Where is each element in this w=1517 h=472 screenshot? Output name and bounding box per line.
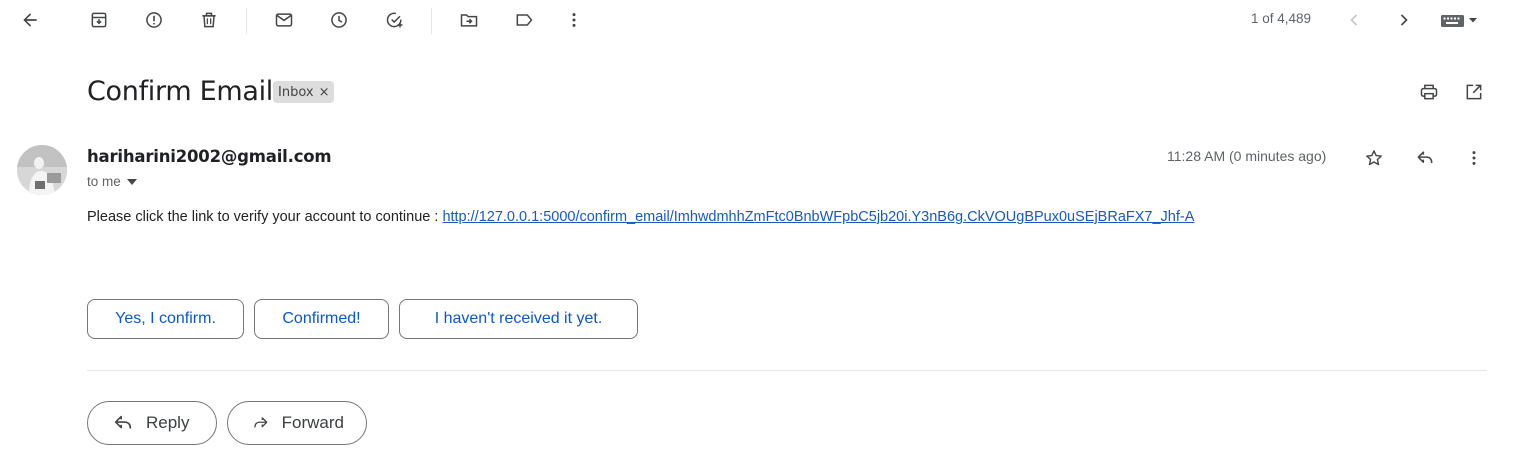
caret-down-icon: [126, 178, 137, 185]
mark-unread-icon[interactable]: [270, 6, 298, 34]
label-icon[interactable]: [510, 6, 538, 34]
back-arrow-icon[interactable]: [16, 6, 44, 34]
email-body: Please click the link to verify your acc…: [87, 209, 1194, 225]
smart-reply-confirmed[interactable]: Confirmed!: [254, 299, 389, 339]
confirm-link[interactable]: http://127.0.0.1:5000/confirm_email/Imhw…: [442, 209, 1194, 225]
archive-icon[interactable]: [85, 6, 113, 34]
message-more-vert-icon[interactable]: [1460, 144, 1488, 172]
recipient-details-toggle[interactable]: to me: [87, 174, 137, 189]
input-tools-keyboard-icon[interactable]: [1436, 6, 1482, 34]
move-to-icon[interactable]: [455, 6, 483, 34]
email-timestamp: 11:28 AM (0 minutes ago): [1167, 148, 1327, 164]
more-vert-icon[interactable]: [560, 6, 588, 34]
newer-chevron-right-icon[interactable]: [1390, 6, 1418, 34]
email-subject: Confirm Email: [87, 76, 274, 107]
print-icon[interactable]: [1415, 78, 1443, 106]
smart-reply-not-received[interactable]: I haven't received it yet.: [399, 299, 638, 339]
pager-count: 1 of 4,489: [1251, 11, 1312, 26]
open-in-new-window-icon[interactable]: [1460, 78, 1488, 106]
toolbar-separator: [246, 8, 247, 34]
reply-button-label: Reply: [146, 413, 190, 432]
forward-button-label: Forward: [281, 413, 344, 432]
reply-icon[interactable]: [1411, 144, 1439, 172]
remove-label-close-icon[interactable]: ×: [319, 85, 330, 100]
forward-button[interactable]: Forward: [227, 401, 367, 445]
reply-arrow-icon: [114, 415, 132, 429]
forward-arrow-icon: [254, 417, 268, 428]
older-chevron-left-icon[interactable]: [1340, 6, 1368, 34]
reply-button[interactable]: Reply: [87, 401, 217, 445]
snooze-icon[interactable]: [325, 6, 353, 34]
add-to-tasks-icon[interactable]: [381, 6, 409, 34]
inbox-label-chip[interactable]: Inbox ×: [273, 81, 335, 103]
sender-email[interactable]: hariharini2002@gmail.com: [87, 147, 332, 166]
delete-icon[interactable]: [195, 6, 223, 34]
star-icon[interactable]: [1360, 144, 1388, 172]
body-text: Please click the link to verify your acc…: [87, 209, 443, 225]
report-spam-icon[interactable]: [140, 6, 168, 34]
recipient-label: to me: [87, 174, 121, 189]
label-chip-text: Inbox: [278, 84, 314, 100]
sender-avatar[interactable]: [17, 145, 67, 195]
toolbar-separator: [431, 8, 432, 34]
divider: [87, 370, 1487, 371]
smart-reply-yes-confirm[interactable]: Yes, I confirm.: [87, 299, 244, 339]
